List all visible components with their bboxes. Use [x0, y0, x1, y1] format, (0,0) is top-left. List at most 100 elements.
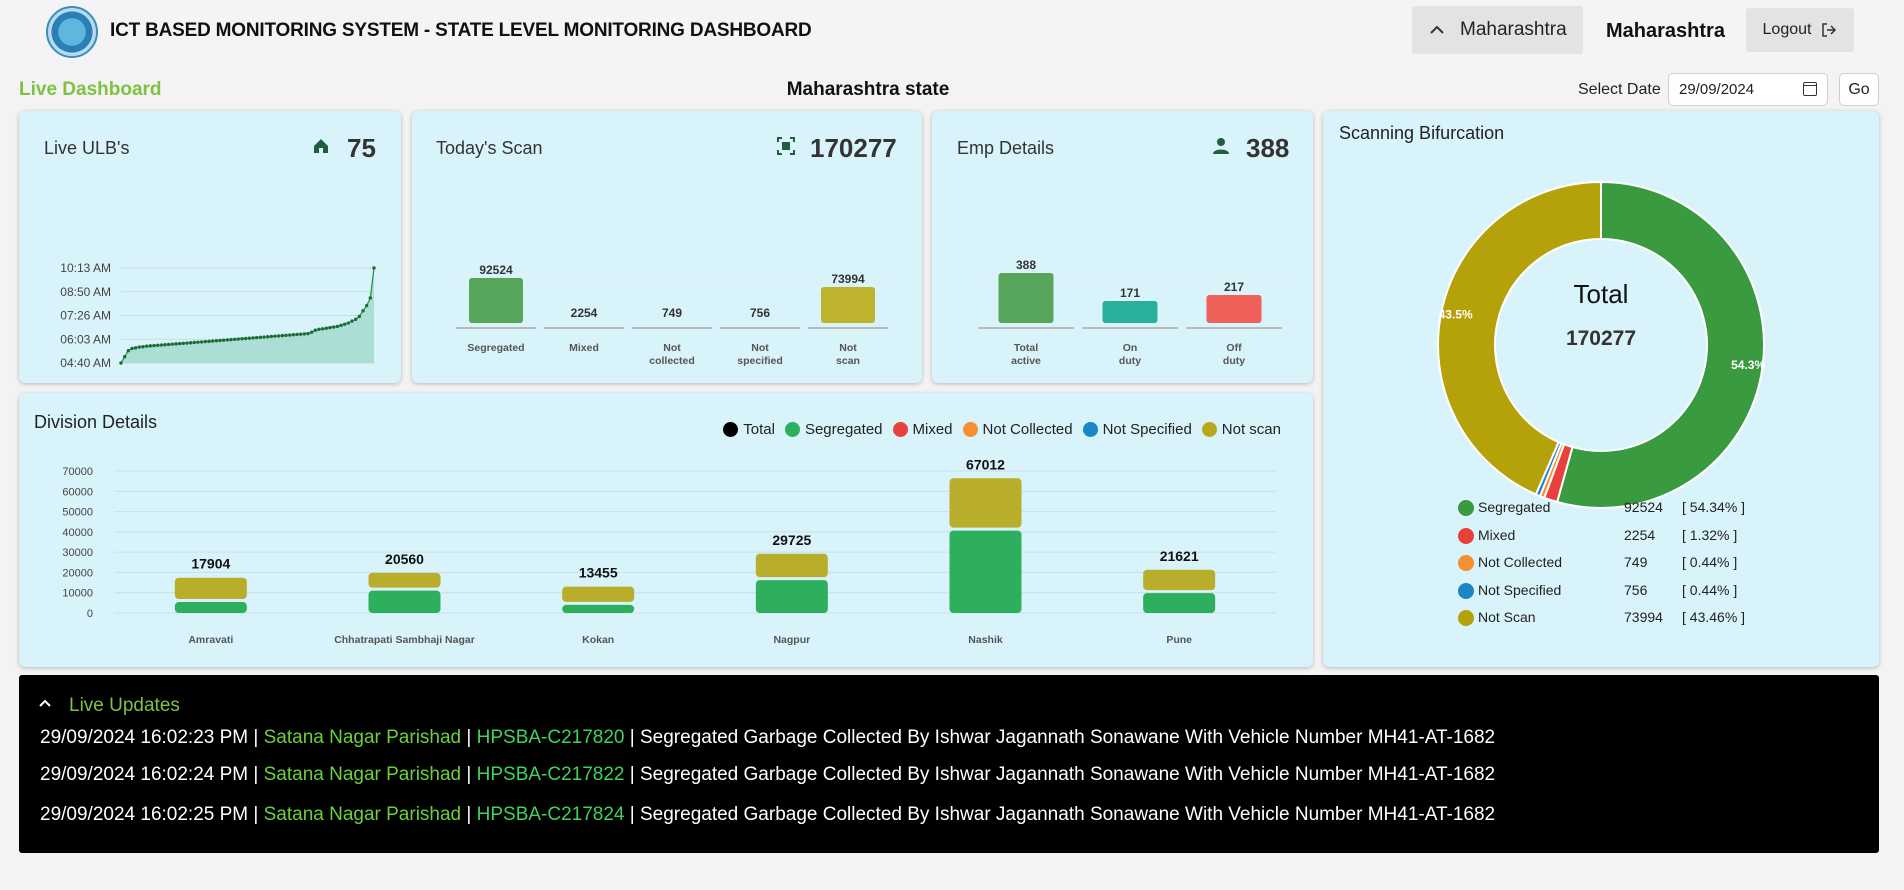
bar [469, 278, 523, 323]
legend-item[interactable]: Not Specified [1082, 421, 1192, 438]
update-ulb: Satana Nagar Parishad [263, 804, 462, 825]
legend-value: 749 [1624, 554, 1648, 570]
legend-dot [1458, 527, 1474, 544]
legend-dot [723, 422, 739, 437]
update-code: HPSBA-C217822 [476, 764, 625, 785]
bar-value-label: 749 [662, 306, 682, 320]
division-category-label: Amravati [188, 634, 233, 646]
legend-item[interactable]: Mixed [892, 421, 953, 438]
bar-category-label: duty [1119, 355, 1141, 367]
division-category-label: Kokan [582, 634, 614, 646]
data-point [262, 335, 266, 339]
data-point [130, 346, 134, 351]
calendar-icon[interactable] [1803, 82, 1817, 96]
state-dropdown[interactable]: Maharashtra [1412, 6, 1583, 54]
total-label: 29725 [772, 532, 811, 548]
update-text: | Segregated Garbage Collected By Ishwar… [624, 764, 1496, 785]
y-tick-label: 10000 [62, 588, 93, 600]
legend-item[interactable]: Not Collected [962, 421, 1073, 438]
live-dashboard-label: Live Dashboard [19, 79, 162, 100]
app-title: ICT BASED MONITORING SYSTEM - STATE LEVE… [110, 20, 812, 41]
update-ulb: Satana Nagar Parishad [263, 727, 462, 748]
data-point [177, 341, 182, 346]
legend-percent: [ 1.32% ] [1682, 526, 1738, 543]
bar-category-label: Off [1226, 342, 1242, 354]
logout-button[interactable]: Logout [1746, 8, 1854, 52]
legend-item[interactable]: Not scan [1201, 421, 1281, 438]
separator: | [461, 804, 477, 825]
bar-value-label: 388 [1016, 258, 1036, 272]
data-point [236, 337, 241, 341]
select-date-label: Select Date [1578, 81, 1661, 98]
live-update-line: 29/09/2024 16:02:24 PM | Satana Nagar Pa… [40, 764, 1495, 786]
live-updates-title[interactable]: Live Updates [69, 695, 180, 717]
bifurcation-legend-row: Not Specified 756 [ 0.44% ] [1458, 581, 1798, 601]
data-point [335, 324, 340, 329]
bar-category-label: Not [751, 342, 769, 354]
legend-dot [1458, 500, 1474, 516]
bar-value-label: 217 [1224, 280, 1244, 294]
data-point [229, 337, 233, 342]
bifurcation-legend-row: Mixed 2254 [ 1.32% ] [1458, 526, 1798, 546]
not-scan-bar [1143, 569, 1216, 591]
bar-value-label: 92524 [479, 263, 513, 277]
bar-category-label: specified [737, 355, 783, 367]
total-label: 21621 [1160, 548, 1199, 564]
current-state-label: Maharashtra [1606, 20, 1725, 42]
not-scan-bar [949, 478, 1022, 528]
data-point [174, 342, 178, 346]
bar-category-label: Not [663, 342, 681, 354]
division-details-card: Division Details Total Segregated Mixed Not… [19, 393, 1313, 667]
segregated-bar [949, 530, 1022, 613]
logout-icon [1822, 23, 1837, 37]
bar-category-label: On [1123, 342, 1138, 354]
data-point [159, 343, 164, 347]
not-scan-bar [755, 553, 828, 578]
data-point [287, 333, 292, 337]
total-label: 67012 [966, 456, 1005, 472]
data-point [317, 327, 321, 332]
update-time: 29/09/2024 16:02:24 PM | [40, 764, 264, 785]
legend-dot [962, 422, 978, 437]
live-ulbs-title: Live ULB's [44, 138, 130, 158]
y-tick-label: 04:40 AM [60, 356, 111, 370]
data-point [243, 336, 248, 341]
y-tick-label: 70000 [62, 466, 93, 478]
update-code: HPSBA-C217820 [476, 727, 625, 748]
data-point [302, 332, 307, 336]
legend-dot [892, 422, 908, 437]
legend-percent: [ 0.44% ] [1682, 581, 1738, 598]
data-point [221, 338, 226, 342]
todays-scan-card: Today's Scan 170277 92524 Segregated 2254 M… [412, 111, 922, 383]
legend-item[interactable]: Total [723, 421, 775, 438]
data-point [196, 340, 200, 344]
bifurcation-legend-row: Not Scan 73994 [ 43.46% ] [1458, 608, 1798, 628]
data-point [126, 349, 131, 353]
legend-label: Not scan [1221, 421, 1281, 438]
bar-category-label: Segregated [467, 342, 524, 354]
chevron-up-icon[interactable] [39, 697, 51, 709]
date-input[interactable]: 29/09/2024 [1668, 73, 1828, 106]
y-tick-label: 30000 [62, 547, 93, 559]
data-point [273, 334, 277, 338]
data-point [232, 337, 237, 342]
todays-scan-value: 170277 [810, 133, 897, 163]
segregated-bar [174, 602, 247, 613]
todays-scan-title: Today's Scan [436, 138, 543, 158]
not-scan-bar [368, 572, 441, 588]
bar-value-label: 171 [1120, 286, 1140, 300]
go-button[interactable]: Go [1839, 73, 1879, 106]
total-label: 17904 [191, 556, 230, 572]
data-point [148, 344, 153, 348]
bar-category-label: Not [839, 342, 857, 354]
division-category-label: Nagpur [773, 634, 810, 646]
legend-item[interactable]: Segregated [784, 421, 883, 438]
data-point [368, 296, 373, 300]
y-tick-label: 20000 [62, 567, 93, 579]
data-point [357, 314, 362, 319]
data-point [163, 343, 167, 347]
bar-category-label: active [1011, 355, 1041, 367]
not-scan-bar [562, 586, 635, 602]
data-point [240, 337, 244, 341]
data-point [210, 339, 215, 343]
